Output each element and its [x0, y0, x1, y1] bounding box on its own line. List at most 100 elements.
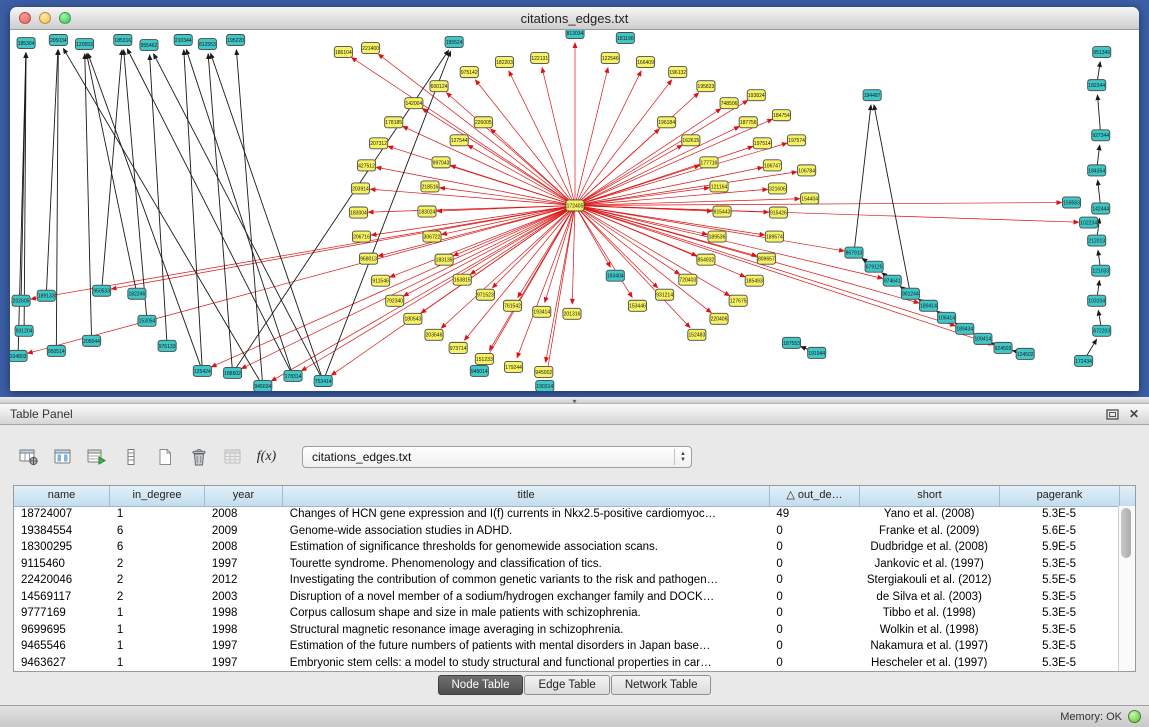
graph-node[interactable]: 121033 — [1092, 265, 1110, 276]
graph-edge[interactable] — [575, 205, 764, 235]
graph-node[interactable]: 901244 — [901, 288, 919, 299]
tab-network-table[interactable]: Network Table — [611, 675, 712, 695]
graph-node[interactable]: 968013 — [359, 253, 377, 264]
graph-node[interactable]: 218516 — [421, 181, 439, 192]
tab-edge-table[interactable]: Edge Table — [524, 675, 609, 695]
graph-node[interactable]: 153054 — [138, 315, 156, 326]
graph-edge[interactable] — [236, 50, 262, 386]
graph-node[interactable]: 183024 — [418, 206, 436, 217]
graph-node[interactable]: 183004 — [349, 207, 367, 218]
graph-node[interactable]: 197574 — [788, 135, 806, 146]
graph-node[interactable]: 207312 — [370, 138, 388, 149]
graph-edge[interactable] — [517, 205, 575, 357]
graph-node[interactable]: 178314 — [284, 370, 302, 381]
graph-node[interactable]: 792340 — [386, 295, 404, 306]
table-row[interactable]: 1456911722003Disruption of a novel membe… — [14, 589, 1119, 606]
zoom-window-button[interactable] — [59, 12, 71, 24]
delete-table-icon[interactable] — [186, 446, 211, 469]
graph-node[interactable]: 950514 — [47, 345, 65, 356]
graph-node[interactable]: 191944 — [808, 347, 826, 358]
graph-node[interactable]: 600124 — [430, 81, 448, 92]
graph-node[interactable]: 306722 — [423, 231, 441, 242]
column-header-year[interactable]: year — [205, 486, 283, 506]
graph-node[interactable]: 182246 — [128, 288, 146, 299]
graph-node[interactable]: 142444 — [1092, 203, 1110, 214]
graph-node[interactable]: 813034 — [566, 30, 584, 39]
graph-node[interactable]: 951346 — [1093, 47, 1111, 58]
table-row[interactable]: 946362711997Embryonic stem cells: a mode… — [14, 655, 1119, 672]
graph-node[interactable]: 206716 — [352, 231, 370, 242]
graph-node[interactable]: 911546 — [372, 275, 390, 286]
graph-node[interactable]: 172405 — [566, 200, 584, 211]
graph-edge[interactable] — [186, 50, 293, 376]
graph-node[interactable]: 122546 — [601, 53, 619, 64]
graph-node[interactable]: 195220 — [227, 35, 245, 46]
graph-node[interactable]: 189434 — [956, 323, 974, 334]
network-window-titlebar[interactable]: citations_edges.txt — [10, 7, 1139, 30]
graph-node[interactable]: 427512 — [357, 160, 375, 171]
graph-edge[interactable] — [184, 50, 203, 371]
graph-node[interactable]: 193404 — [606, 270, 624, 281]
graph-node[interactable]: 187756 — [739, 117, 757, 128]
network-table-select[interactable]: citations_edges.txt ▲▼ — [302, 446, 692, 468]
graph-node[interactable]: 997043 — [432, 157, 450, 168]
graph-edge[interactable] — [404, 205, 575, 296]
memory-indicator[interactable] — [1128, 710, 1141, 723]
graph-node[interactable]: 109414 — [974, 333, 992, 344]
graph-node[interactable]: 181190 — [616, 33, 634, 44]
graph-edge[interactable] — [575, 172, 797, 206]
graph-node[interactable]: 152483 — [688, 329, 706, 340]
graph-node[interactable]: 162615 — [682, 135, 700, 146]
table-row[interactable]: 1872400712008Changes of HCN gene express… — [14, 506, 1119, 523]
table-scrollbar[interactable] — [1118, 506, 1135, 671]
graph-node[interactable]: 975142 — [460, 67, 478, 78]
graph-edge[interactable] — [378, 205, 575, 256]
graph-edge[interactable] — [575, 165, 699, 205]
graph-node[interactable]: 184754 — [772, 110, 790, 121]
graph-node[interactable]: 106784 — [798, 165, 816, 176]
column-header-name[interactable]: name — [14, 486, 110, 506]
graph-node[interactable]: 915443 — [713, 206, 731, 217]
graph-edge[interactable] — [575, 205, 697, 255]
graph-node[interactable]: 321606 — [768, 183, 786, 194]
graph-svg[interactable]: 1724051221311822039751426001241420041781… — [10, 30, 1139, 391]
graph-node[interactable]: 102234 — [1080, 217, 1098, 228]
graph-node[interactable]: 212013 — [1088, 235, 1106, 246]
graph-edge[interactable] — [154, 54, 324, 381]
graph-node[interactable]: 106414 — [938, 312, 956, 323]
graph-node[interactable]: 672203 — [1093, 325, 1111, 336]
graph-node[interactable]: 127675 — [729, 295, 747, 306]
graph-node[interactable]: 183135 — [435, 254, 453, 265]
graph-node[interactable]: 950533 — [93, 285, 111, 296]
graph-node[interactable]: 189574 — [765, 231, 783, 242]
graph-edge[interactable] — [85, 54, 92, 341]
graph-node[interactable]: 127544 — [450, 135, 468, 146]
graph-node[interactable]: 203914 — [351, 183, 369, 194]
rows-icon[interactable] — [118, 446, 143, 469]
graph-edge[interactable] — [575, 205, 844, 250]
graph-edge[interactable] — [509, 71, 575, 205]
graph-node[interactable]: 194487 — [863, 90, 881, 101]
graph-edge[interactable] — [56, 50, 58, 351]
graph-node[interactable]: 142004 — [405, 98, 423, 109]
graph-node[interactable]: 182344 — [1088, 80, 1106, 91]
graph-node[interactable]: 106747 — [763, 160, 781, 171]
graph-edge[interactable] — [352, 58, 575, 206]
graph-edge[interactable] — [1098, 95, 1101, 135]
graph-edge[interactable] — [212, 205, 575, 366]
graph-node[interactable]: 180543 — [404, 313, 422, 324]
graph-node[interactable]: 172434 — [1075, 355, 1093, 366]
graph-node[interactable]: 189133 — [37, 290, 55, 301]
graph-node[interactable]: 202605 — [12, 295, 30, 306]
close-panel-icon[interactable]: ✕ — [1129, 407, 1139, 421]
show-columns-icon[interactable] — [50, 446, 75, 469]
table-row[interactable]: 2242004622012Investigating the contribut… — [14, 572, 1119, 589]
graph-node[interactable]: 187553 — [782, 337, 800, 348]
graph-node[interactable]: 193824 — [747, 90, 765, 101]
graph-node[interactable]: 195524 — [445, 37, 463, 48]
graph-node[interactable]: 205034 — [49, 35, 67, 46]
graph-node[interactable]: 179244 — [505, 361, 523, 372]
graph-node[interactable]: 679125 — [865, 261, 883, 272]
graph-edge[interactable] — [208, 54, 232, 373]
graph-node[interactable]: 159583 — [1062, 197, 1080, 208]
